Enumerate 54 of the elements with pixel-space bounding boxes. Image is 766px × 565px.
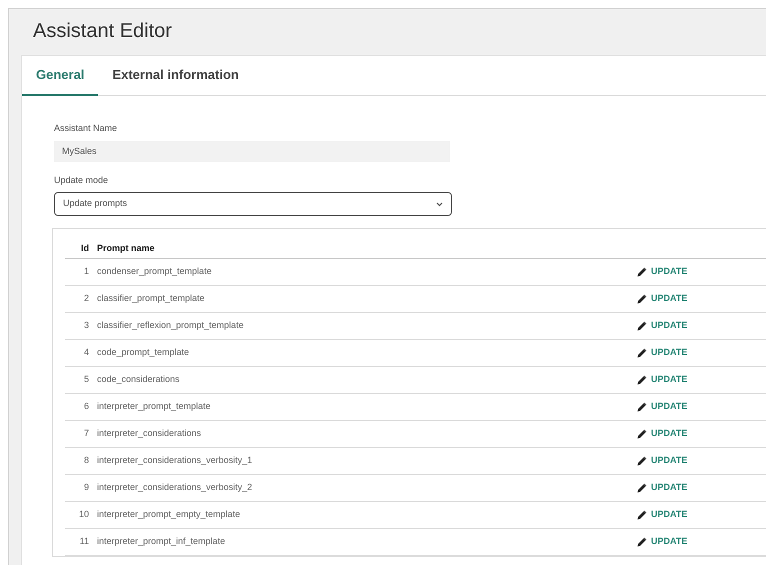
column-header: Id	[80, 242, 90, 255]
update-button[interactable]: UPDATE	[637, 400, 688, 414]
table-cell-text: 3	[82, 319, 90, 332]
update-button[interactable]: UPDATE	[637, 508, 688, 522]
update-button[interactable]: UPDATE	[637, 481, 688, 495]
pencil-icon	[637, 510, 647, 520]
table-cell-text: interpreter_considerations_verbosity_2	[97, 481, 254, 494]
pencil-icon	[637, 321, 647, 331]
update-button[interactable]: UPDATE	[637, 319, 688, 333]
table-cell-text: 7	[82, 427, 90, 440]
table-cell-text: 2	[82, 292, 90, 306]
pencil-icon	[637, 402, 647, 412]
table-cell-text: interpreter_prompt_inf_template	[97, 535, 226, 548]
table-cell-text: 10	[78, 508, 90, 522]
update-mode-select[interactable]: Update prompts	[54, 192, 452, 216]
table-cell-text: 9	[82, 481, 90, 494]
table-cell-text: interpreter_prompt_empty_template	[97, 508, 242, 522]
table-cell-text: code_prompt_template	[97, 346, 190, 360]
table-cell-text: condenser_prompt_template	[97, 265, 213, 278]
chevron-icon	[436, 202, 443, 206]
table-cell-text: 6	[82, 400, 90, 414]
pencil-icon	[637, 267, 647, 277]
field-label: Update mode	[54, 174, 110, 187]
pencil-icon	[637, 429, 647, 439]
table-cell-text: classifier_prompt_template	[97, 292, 206, 306]
table-cell-text: 11	[78, 535, 90, 548]
table-cell-text: classifier_reflexion_prompt_template	[97, 319, 245, 332]
table-cell-text: 8	[82, 454, 90, 468]
table-cell-text: code_considerations	[97, 373, 181, 386]
table-cell-text: interpreter_prompt_template	[97, 400, 212, 414]
pencil-icon	[637, 483, 647, 493]
pencil-icon	[637, 456, 647, 466]
update-button[interactable]: UPDATE	[637, 427, 688, 441]
pencil-icon	[637, 375, 647, 385]
update-button[interactable]: UPDATE	[637, 535, 688, 549]
column-header: Prompt name	[97, 242, 156, 255]
pencil-icon	[637, 537, 647, 547]
pencil-icon	[637, 348, 647, 358]
page-title: Assistant Editor	[33, 19, 173, 44]
assistant-name-field[interactable]: MySales	[54, 140, 450, 162]
update-button[interactable]: UPDATE	[637, 373, 688, 387]
update-button[interactable]: UPDATE	[637, 454, 688, 468]
tab[interactable]: General	[22, 56, 98, 96]
table-cell-text: 5	[82, 373, 90, 386]
table-cell-text: 1	[82, 265, 90, 278]
update-button[interactable]: UPDATE	[637, 265, 688, 279]
pencil-icon	[637, 294, 647, 304]
update-button[interactable]: UPDATE	[637, 292, 688, 306]
field-label: Assistant Name	[54, 122, 118, 135]
update-button[interactable]: UPDATE	[637, 346, 688, 360]
table-cell-text: interpreter_considerations	[97, 427, 202, 440]
table-cell-text: 4	[82, 346, 90, 360]
tab[interactable]: External information	[98, 56, 253, 96]
table-cell-text: interpreter_considerations_verbosity_1	[97, 454, 254, 468]
